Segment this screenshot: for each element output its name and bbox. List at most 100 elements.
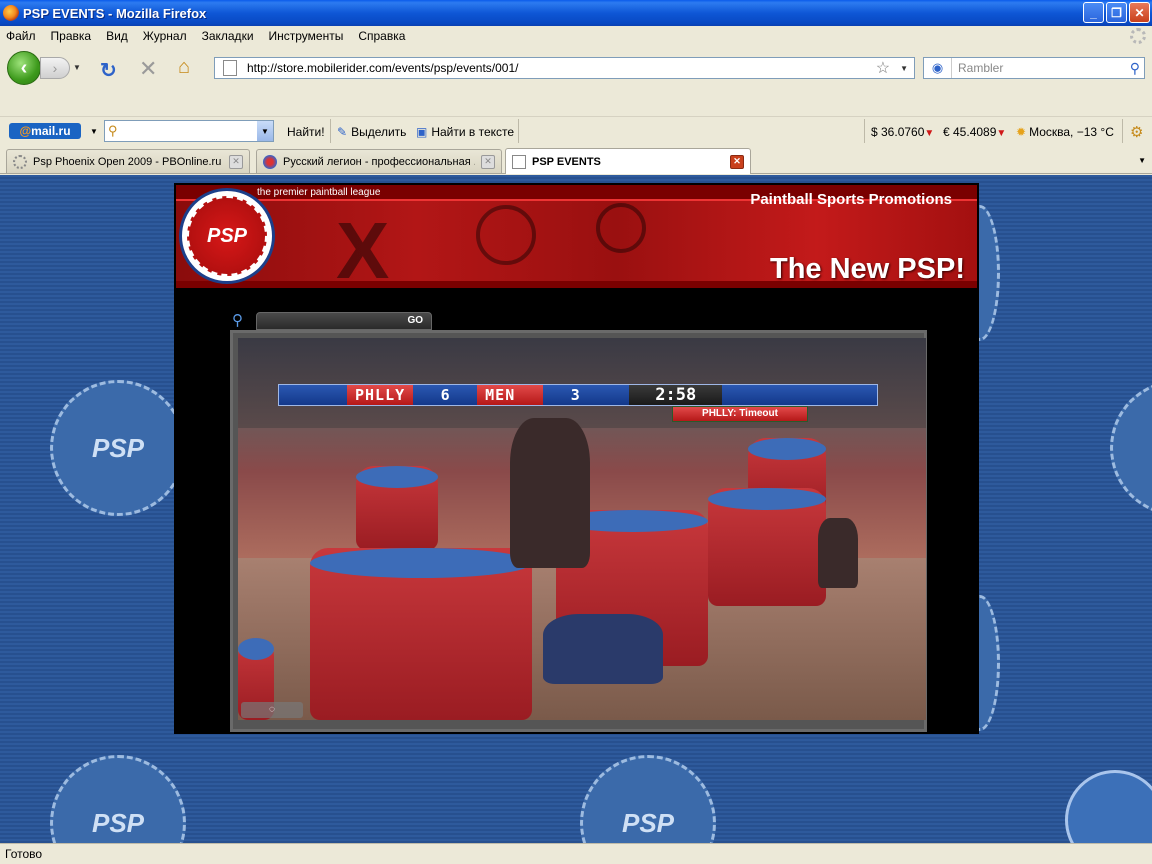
mailru-at: @ — [19, 124, 32, 138]
separator — [1122, 119, 1123, 143]
find-in-text-label: Найти в тексте — [431, 125, 515, 139]
background-logo: PSP — [50, 755, 186, 843]
separator — [864, 119, 865, 143]
tab-label: Psp Phoenix Open 2009 - PBOnline.ru -... — [33, 155, 223, 168]
site-slogan: The New PSP! — [770, 253, 965, 285]
bunker — [356, 466, 438, 550]
separator — [518, 119, 519, 143]
tab-pbonline[interactable]: Psp Phoenix Open 2009 - PBOnline.ru -...… — [6, 149, 250, 173]
back-button[interactable]: ‹ — [7, 51, 41, 85]
site-search-field[interactable]: GO — [256, 312, 432, 330]
video-player[interactable]: PHLLY 6 MEN 3 2:58 PHLLY: Timeout ◌ — [230, 330, 927, 732]
separator — [330, 119, 331, 143]
bunker — [708, 488, 826, 606]
team1-name: PHLLY — [347, 385, 414, 405]
page-icon — [223, 60, 237, 76]
menu-bookmarks[interactable]: Закладки — [202, 29, 254, 43]
url-dropdown-icon[interactable]: ▼ — [900, 64, 908, 73]
tab-russian-legion[interactable]: Русский легион - профессиональная ... ✕ — [256, 149, 502, 173]
banner-graphic — [596, 203, 646, 253]
background-logo: PSP — [1110, 380, 1152, 516]
find-button[interactable]: Найти! — [287, 125, 325, 139]
down-arrow-icon: ▼ — [924, 128, 935, 139]
sun-icon: ✹ — [1016, 125, 1027, 139]
all-tabs-dropdown-icon[interactable]: ▼ — [1138, 156, 1146, 165]
forward-button[interactable]: › — [40, 57, 70, 79]
video-frame[interactable]: PHLLY 6 MEN 3 2:58 PHLLY: Timeout ◌ — [238, 338, 926, 720]
mailru-dropdown-icon[interactable]: ▼ — [90, 127, 98, 136]
window-title: PSP EVENTS - Mozilla Firefox — [23, 5, 207, 21]
loading-control-icon[interactable]: ◌ — [241, 702, 303, 718]
tab-strip: Psp Phoenix Open 2009 - PBOnline.ru -...… — [0, 146, 1152, 174]
search-icon[interactable]: ⚲ — [1130, 60, 1140, 77]
address-bar[interactable]: http://store.mobilerider.com/events/psp/… — [214, 57, 915, 79]
timeout-banner: PHLLY: Timeout — [672, 406, 808, 422]
stop-icon[interactable]: ✕ — [139, 56, 157, 82]
organization-name: Paintball Sports Promotions — [750, 191, 952, 208]
menu-edit[interactable]: Правка — [51, 29, 92, 43]
russian-paintball-logo — [1065, 770, 1152, 843]
player-figure — [510, 418, 590, 568]
eur-rate[interactable]: € 45.4089▼ — [943, 125, 1006, 139]
page-icon — [512, 154, 526, 169]
search-bar[interactable]: ◉ Rambler ⚲ — [923, 57, 1145, 79]
find-in-page-icon: ▣ — [416, 125, 428, 139]
menu-tools[interactable]: Инструменты — [269, 29, 344, 43]
site-search: ⚲ GO — [232, 311, 432, 331]
tab-close-icon[interactable]: ✕ — [481, 154, 495, 169]
game-clock: 2:58 — [629, 385, 723, 405]
background-logo: PSP — [50, 380, 186, 516]
player-figure — [543, 614, 663, 684]
search-engine-icon[interactable]: ◉ — [924, 58, 952, 78]
close-button[interactable]: ✕ — [1129, 2, 1150, 23]
minimize-button[interactable]: _ — [1083, 2, 1104, 23]
bookmark-star-icon[interactable]: ☆ — [876, 58, 890, 78]
title-bar: PSP EVENTS - Mozilla Firefox _ ❐ ✕ — [0, 0, 1152, 26]
banner-graphic — [476, 205, 536, 265]
psp-logo[interactable]: PSP — [179, 188, 275, 284]
score-bug: PHLLY 6 MEN 3 2:58 — [278, 384, 878, 406]
maximize-button[interactable]: ❐ — [1106, 2, 1127, 23]
mailru-search-dropdown-icon[interactable]: ▼ — [257, 121, 273, 141]
usd-rate[interactable]: $ 36.0760▼ — [871, 125, 934, 139]
history-dropdown-icon[interactable]: ▼ — [73, 63, 81, 72]
url-text[interactable]: http://store.mobilerider.com/events/psp/… — [247, 61, 876, 75]
video-background — [238, 338, 926, 428]
menu-bar: Файл Правка Вид Журнал Закладки Инструме… — [0, 26, 1152, 46]
site-container: X PSP the premier paintball league Paint… — [174, 183, 979, 734]
usd-rate-value: $ 36.0760 — [871, 125, 925, 139]
site-favicon-icon — [263, 154, 277, 169]
highlighter-icon: ✎ — [337, 125, 348, 139]
gear-icon[interactable]: ⚙ — [1130, 123, 1143, 141]
highlight-button[interactable]: ✎ Выделить — [337, 125, 406, 139]
highlight-label: Выделить — [351, 125, 407, 139]
header-banner: X PSP the premier paintball league Paint… — [176, 185, 977, 288]
go-button[interactable]: GO — [407, 315, 423, 326]
tab-close-icon[interactable]: ✕ — [229, 154, 243, 169]
loading-icon — [13, 154, 27, 169]
mailru-logo[interactable]: @ mail.ru — [9, 123, 81, 139]
down-arrow-icon: ▼ — [996, 128, 1007, 139]
throbber-icon — [1130, 28, 1146, 44]
menu-history[interactable]: Журнал — [143, 29, 187, 43]
mailru-toolbar: @ mail.ru ▼ ⚲ ▼ Найти! ✎ Выделить ▣ Найти в… — [0, 116, 1152, 144]
eur-rate-value: € 45.4089 — [943, 125, 997, 139]
menu-view[interactable]: Вид — [106, 29, 128, 43]
psp-logo-text: PSP — [187, 196, 267, 276]
team2-name: MEN — [477, 385, 544, 405]
menu-file[interactable]: Файл — [6, 29, 36, 43]
mailru-search-input[interactable]: ⚲ ▼ — [104, 120, 274, 142]
magnifier-icon: ⚲ — [108, 123, 118, 138]
reload-icon[interactable]: ↻ — [100, 58, 117, 83]
navigation-toolbar: ‹ › ▼ ↻ ✕ ⌂ http://store.mobilerider.com… — [0, 46, 1152, 90]
menu-help[interactable]: Справка — [358, 29, 405, 43]
find-in-text-button[interactable]: ▣ Найти в тексте — [416, 125, 514, 139]
team1-score: 6 — [440, 386, 450, 404]
player-figure — [818, 518, 858, 588]
weather-widget[interactable]: ✹ Москва, −13 °C — [1016, 125, 1114, 139]
home-icon[interactable]: ⌂ — [178, 56, 190, 79]
status-bar: Готово — [0, 843, 1152, 864]
tab-psp-events[interactable]: PSP EVENTS ✕ — [505, 148, 751, 174]
search-input[interactable]: Rambler — [952, 61, 1130, 75]
tab-close-icon[interactable]: ✕ — [730, 154, 744, 169]
